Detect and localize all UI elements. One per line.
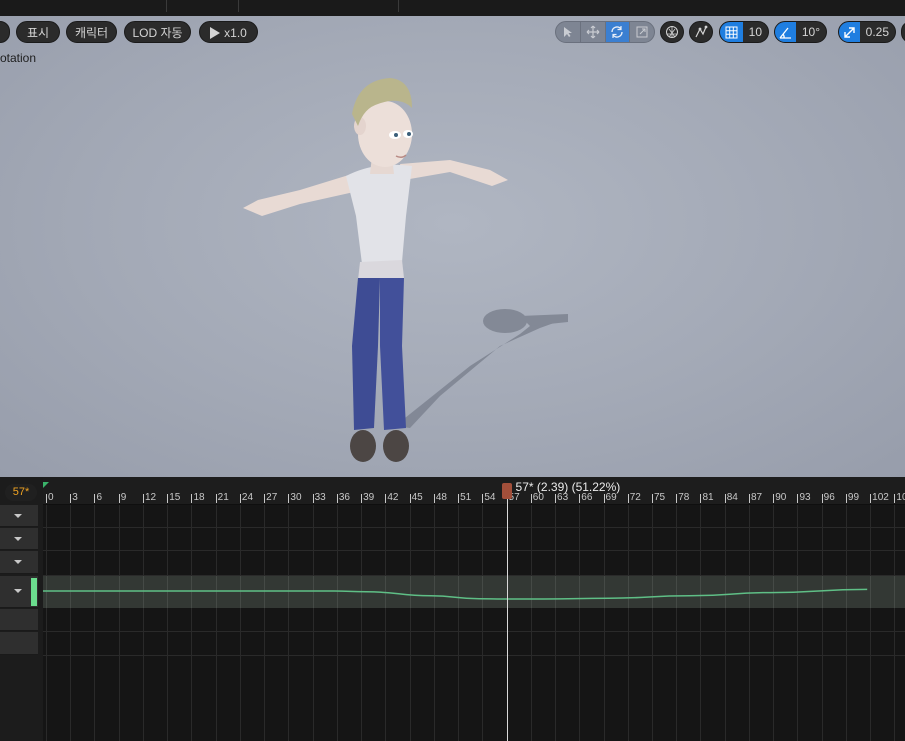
- scale-snap-toggle[interactable]: [839, 22, 860, 42]
- track-header[interactable]: [0, 505, 38, 527]
- grid-snap-group: 10: [719, 21, 769, 43]
- chevron-down-icon[interactable]: [14, 537, 22, 541]
- animation-curve[interactable]: [43, 588, 868, 600]
- scale-snap-icon: [844, 26, 855, 38]
- select-tool-button[interactable]: [556, 22, 581, 42]
- scale-snap-group: 0.25: [838, 21, 896, 43]
- viewport-mode-label: otation: [0, 51, 37, 65]
- play-rate-button[interactable]: x1.0: [199, 21, 258, 43]
- playhead-handle[interactable]: [501, 483, 512, 499]
- track-header[interactable]: [0, 528, 38, 550]
- grid-icon: [725, 26, 738, 38]
- transform-tools-group: [555, 21, 655, 43]
- viewport-3d[interactable]: 표시 캐릭터 LOD 자동 x1.0 otation 10 10° 0.25: [0, 16, 905, 477]
- world-axes-icon: [666, 26, 678, 38]
- rotation-snap-value[interactable]: 10°: [796, 22, 826, 42]
- character-mannequin: [243, 78, 568, 462]
- left-leg: [352, 278, 380, 430]
- grid-snap-value[interactable]: 10: [743, 22, 768, 42]
- surface-snap-button[interactable]: [689, 21, 713, 43]
- rotation-snap-group: 10°: [774, 21, 827, 43]
- right-leg: [380, 278, 406, 430]
- menu-segment[interactable]: [166, 0, 239, 12]
- pupil: [407, 132, 411, 136]
- playhead-label: 57* (2.39) (51.22%): [515, 480, 621, 494]
- track-color-indicator: [31, 578, 37, 606]
- move-arrows-icon: [586, 25, 600, 39]
- track-header[interactable]: [0, 632, 38, 655]
- angle-icon: [779, 27, 791, 39]
- rotate-icon: [611, 26, 624, 38]
- lod-auto-button[interactable]: LOD 자동: [124, 21, 191, 43]
- play-rate-value: x1.0: [224, 26, 247, 40]
- cursor-arrow-icon: [563, 27, 572, 37]
- torso-shirt: [346, 164, 412, 264]
- play-icon: [210, 27, 221, 39]
- left-shoe: [350, 430, 376, 462]
- top-menu-bar: [0, 0, 905, 17]
- playhead-line[interactable]: [506, 492, 508, 741]
- left-arm: [243, 174, 354, 216]
- current-frame-badge: 57*: [5, 484, 37, 501]
- grid-snap-toggle[interactable]: [720, 22, 743, 42]
- rotation-snap-toggle[interactable]: [775, 22, 796, 42]
- right-arm: [400, 160, 508, 186]
- pupil: [394, 133, 398, 137]
- chevron-down-icon[interactable]: [14, 514, 22, 518]
- track-list: 57*: [0, 477, 43, 741]
- coordinate-space-button[interactable]: [660, 21, 684, 43]
- waist: [358, 260, 404, 280]
- track-header[interactable]: [0, 551, 38, 574]
- track-header[interactable]: [0, 609, 38, 631]
- curve-plot: [43, 482, 868, 600]
- surface-snap-icon: [695, 25, 708, 38]
- chevron-down-icon[interactable]: [14, 589, 22, 593]
- scale-snap-value[interactable]: 0.25: [860, 22, 895, 42]
- translate-tool-button[interactable]: [581, 22, 606, 42]
- character-menu-button[interactable]: 캐릭터: [66, 21, 117, 43]
- menu-segment[interactable]: [0, 0, 167, 12]
- curve-area[interactable]: 0 3 6 9 12 15 18 21 24 27 30 33 36 39 42 45 48 51 54 57 60 63…: [43, 477, 905, 741]
- scale-icon: [636, 26, 648, 38]
- scale-tool-button[interactable]: [630, 22, 654, 42]
- menu-segment[interactable]: [238, 0, 399, 12]
- chevron-down-icon[interactable]: [14, 560, 22, 564]
- right-shoe: [383, 430, 409, 462]
- start-marker: [43, 482, 49, 488]
- rotate-tool-button[interactable]: [605, 22, 631, 42]
- character-shadow: [395, 309, 568, 428]
- curve-editor-timeline: 57* 0 3 6 9 12 15 18 21 24 27 30 33 36 39 42 45 48 51 54 57…: [0, 477, 905, 741]
- show-menu-button[interactable]: 표시: [16, 21, 60, 43]
